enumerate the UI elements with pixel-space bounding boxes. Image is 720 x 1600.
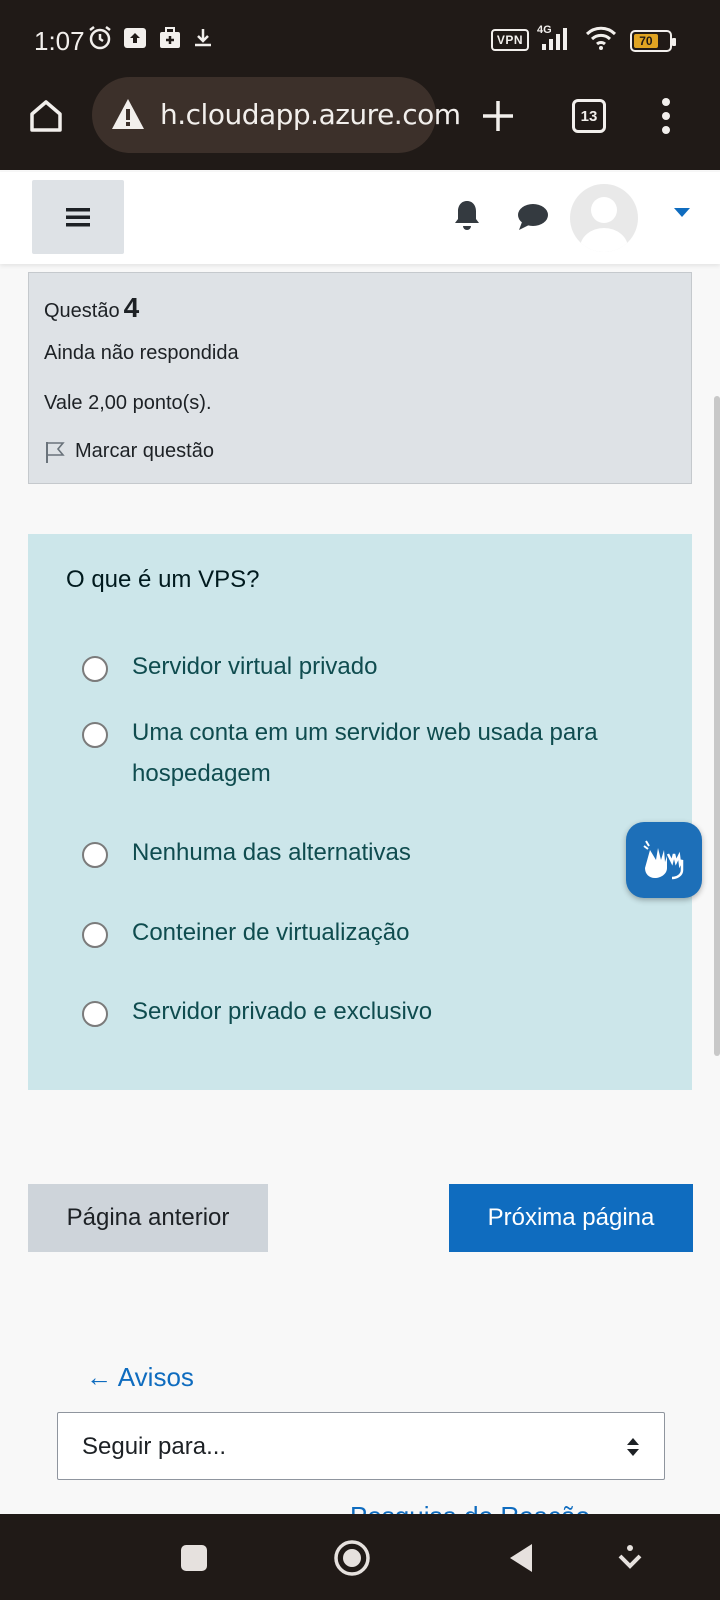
upload-icon — [124, 28, 146, 48]
alarm-icon — [89, 26, 111, 50]
previous-page-button[interactable]: Página anterior — [28, 1184, 268, 1252]
next-activity-link[interactable]: Pesquisa de Reação — [350, 1496, 590, 1514]
briefcase-icon — [160, 27, 180, 48]
nav-bar-toggle-icon[interactable] — [612, 1540, 648, 1576]
back-icon[interactable] — [504, 1540, 540, 1576]
sign-language-button[interactable] — [626, 822, 702, 898]
jump-to-select-value: Seguir para... — [82, 1433, 227, 1460]
user-avatar[interactable] — [570, 184, 638, 252]
answer-label[interactable]: Servidor virtual privado — [132, 646, 632, 687]
answer-label[interactable]: Conteiner de virtualização — [132, 912, 632, 953]
answer-label[interactable]: Servidor privado e exclusivo — [132, 991, 632, 1032]
question-label: Questão — [44, 300, 120, 322]
battery-level: 70 — [634, 34, 658, 48]
battery-indicator: 70 — [630, 30, 676, 52]
select-arrows-icon — [627, 1438, 639, 1456]
home-icon[interactable] — [26, 96, 66, 136]
drawer-toggle-button[interactable] — [32, 180, 124, 254]
radio-button[interactable] — [82, 656, 108, 682]
download-icon — [195, 29, 211, 47]
home-circle-icon[interactable] — [332, 1538, 372, 1578]
wifi-icon — [585, 26, 617, 50]
vpn-indicator: VPN — [491, 29, 529, 51]
scrollbar[interactable] — [714, 396, 720, 1056]
tab-switcher-button[interactable]: 13 — [572, 99, 606, 133]
user-avatar-icon — [580, 197, 628, 252]
previous-activity-link[interactable]: ← Avisos — [86, 1362, 194, 1393]
question-number: Questão 4 — [44, 292, 139, 324]
recents-icon[interactable] — [176, 1540, 212, 1576]
url-text[interactable]: h.cloudapp.azure.com — [160, 98, 461, 131]
answer-label[interactable]: Nenhuma das alternativas — [132, 832, 632, 873]
more-menu-icon[interactable] — [654, 96, 678, 136]
question-grade: Vale 2,00 ponto(s). — [44, 392, 212, 414]
user-menu-caret-icon[interactable] — [674, 208, 690, 218]
next-page-button[interactable]: Próxima página — [449, 1184, 693, 1252]
radio-button[interactable] — [82, 1001, 108, 1027]
new-tab-icon[interactable] — [478, 96, 518, 136]
signal-icon — [542, 28, 567, 50]
radio-button[interactable] — [82, 842, 108, 868]
messages-icon[interactable] — [516, 202, 550, 232]
notification-bell-icon[interactable] — [452, 198, 482, 232]
jump-to-select[interactable]: Seguir para... — [57, 1412, 665, 1480]
warning-icon[interactable] — [110, 97, 146, 131]
radio-button[interactable] — [82, 722, 108, 748]
question-state: Ainda não respondida — [44, 342, 239, 364]
question-number-value: 4 — [123, 292, 140, 323]
sign-language-hands-icon — [643, 840, 684, 880]
flag-icon[interactable] — [44, 440, 66, 464]
radio-button[interactable] — [82, 922, 108, 948]
status-bar: 1:07 VPN 4G 70 — [0, 0, 720, 80]
status-time: 1:07 — [34, 26, 85, 56]
hamburger-icon — [66, 208, 90, 227]
flag-question-link[interactable]: Marcar questão — [75, 440, 214, 463]
answer-label[interactable]: Uma conta em um servidor web usada para … — [132, 712, 632, 794]
question-text: O que é um VPS? — [66, 566, 260, 593]
